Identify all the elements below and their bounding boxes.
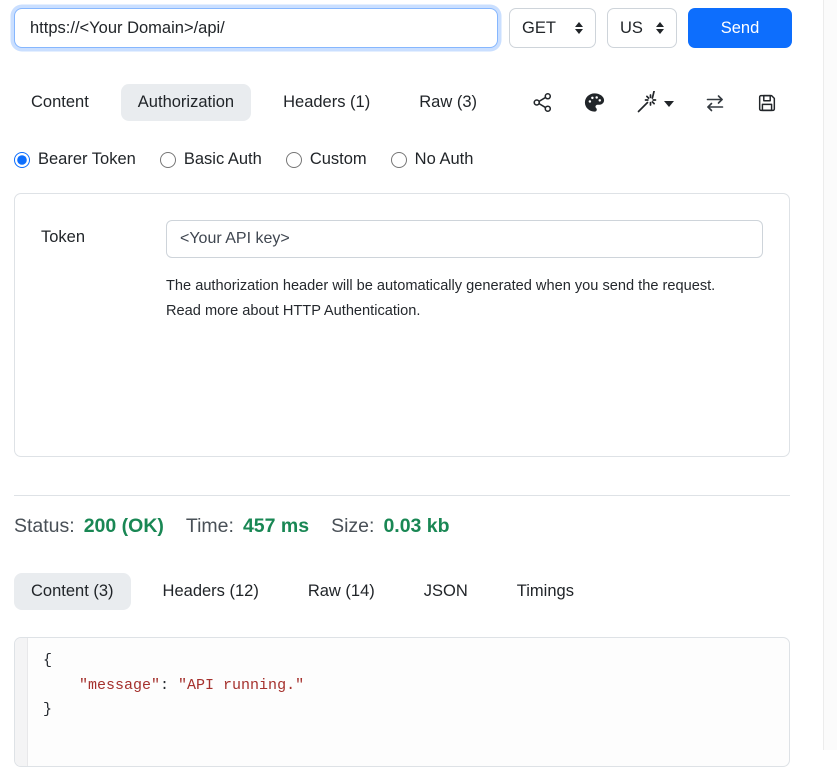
dropdown-caret-icon: [664, 101, 674, 107]
request-tabs-row: Content Authorization Headers (1) Raw (3…: [14, 84, 792, 121]
radio-basic-auth[interactable]: [160, 152, 176, 168]
response-tab-raw[interactable]: Raw (14): [291, 573, 392, 610]
select-arrows-icon: [575, 22, 583, 34]
auth-type-options: Bearer Token Basic Auth Custom No Auth: [14, 150, 792, 169]
palette-icon[interactable]: [583, 91, 606, 114]
response-status-row: Status: 200 (OK) Time: 457 ms Size: 0.03…: [14, 515, 792, 538]
api-client-page: GET US Send Content Authorization Header…: [0, 0, 792, 767]
auth-option-label: Bearer Token: [38, 150, 136, 169]
response-tab-json[interactable]: JSON: [407, 573, 485, 610]
token-row: Token: [41, 220, 763, 258]
auth-option-basic-auth[interactable]: Basic Auth: [160, 150, 262, 169]
swap-arrows-icon[interactable]: [703, 91, 727, 115]
select-arrows-icon: [656, 22, 664, 34]
auth-help-text: The authorization header will be automat…: [166, 274, 754, 324]
auth-option-custom[interactable]: Custom: [286, 150, 367, 169]
method-select-value: GET: [522, 19, 556, 38]
auth-option-label: Custom: [310, 150, 367, 169]
region-select[interactable]: US: [607, 8, 677, 48]
response-body-panel: { "message": "API running."}: [14, 637, 790, 767]
token-label: Token: [41, 220, 166, 258]
tab-authorization[interactable]: Authorization: [121, 84, 251, 121]
json-value: "API running.": [178, 677, 304, 694]
response-json-code: { "message": "API running."}: [28, 638, 304, 766]
auth-option-bearer-token[interactable]: Bearer Token: [14, 150, 136, 169]
scrollbar-track[interactable]: [823, 0, 837, 750]
status-label: Status:: [14, 515, 75, 538]
radio-bearer-token[interactable]: [14, 152, 30, 168]
time-pair: Time: 457 ms: [186, 515, 309, 538]
tab-raw[interactable]: Raw (3): [402, 84, 494, 121]
code-gutter: [15, 638, 28, 766]
url-input[interactable]: [14, 8, 498, 48]
radio-custom[interactable]: [286, 152, 302, 168]
size-label: Size:: [331, 515, 374, 538]
auth-option-label: No Auth: [415, 150, 474, 169]
share-nodes-icon[interactable]: [531, 91, 554, 114]
tab-content[interactable]: Content: [14, 84, 106, 121]
radio-no-auth[interactable]: [391, 152, 407, 168]
response-tab-timings[interactable]: Timings: [500, 573, 591, 610]
response-tab-headers[interactable]: Headers (12): [146, 573, 276, 610]
request-tabs: Content Authorization Headers (1) Raw (3…: [14, 84, 494, 121]
response-tab-content[interactable]: Content (3): [14, 573, 131, 610]
size-value: 0.03 kb: [383, 515, 449, 538]
toolbar-icons: [531, 91, 778, 115]
save-icon[interactable]: [756, 92, 778, 114]
auth-option-label: Basic Auth: [184, 150, 262, 169]
status-value: 200 (OK): [84, 515, 164, 538]
size-pair: Size: 0.03 kb: [331, 515, 450, 538]
response-tabs: Content (3) Headers (12) Raw (14) JSON T…: [14, 573, 792, 610]
send-button[interactable]: Send: [688, 8, 792, 48]
json-indent: [43, 677, 79, 694]
status-pair: Status: 200 (OK): [14, 515, 164, 538]
json-key: "message": [79, 677, 160, 694]
json-close-brace: }: [43, 701, 52, 718]
time-label: Time:: [186, 515, 234, 538]
magic-wand-dropdown-icon[interactable]: [635, 91, 674, 115]
auth-option-no-auth[interactable]: No Auth: [391, 150, 474, 169]
json-separator: :: [160, 677, 178, 694]
bearer-token-panel: Token The authorization header will be a…: [14, 193, 790, 457]
tab-headers[interactable]: Headers (1): [266, 84, 387, 121]
region-select-value: US: [620, 19, 643, 38]
request-bar: GET US Send: [14, 8, 792, 48]
token-input[interactable]: [166, 220, 763, 258]
time-value: 457 ms: [243, 515, 309, 538]
section-divider: [14, 495, 790, 496]
json-open-brace: {: [43, 652, 52, 669]
method-select[interactable]: GET: [509, 8, 596, 48]
